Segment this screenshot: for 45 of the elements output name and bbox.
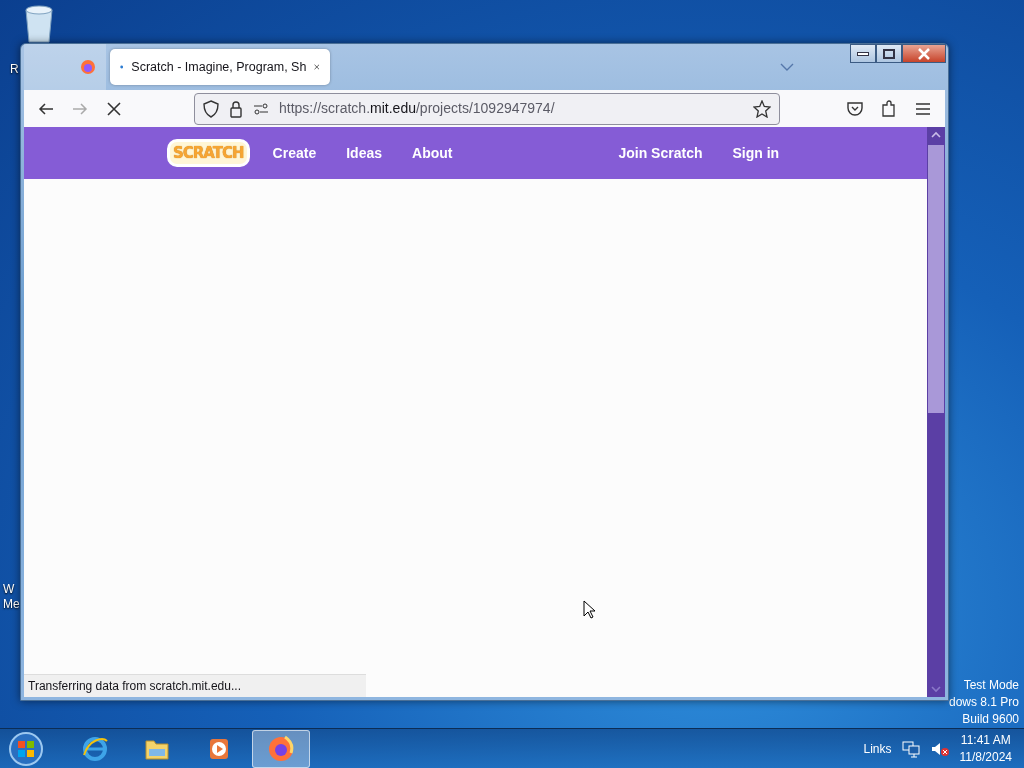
recycle-bin-icon[interactable] (22, 4, 56, 44)
clock-time: 11:41 AM (959, 731, 1012, 749)
os-info-text: dows 8.1 Pro (948, 694, 1019, 711)
permissions-icon[interactable] (253, 102, 269, 115)
close-button[interactable] (902, 44, 946, 63)
address-bar[interactable]: https://scratch.mit.edu/projects/1092947974/ (194, 92, 780, 125)
os-info-text: Test Mode (962, 677, 1019, 694)
network-icon[interactable] (901, 739, 920, 758)
mouse-cursor-icon (583, 600, 596, 619)
browser-tab[interactable]: Scratch - Imagine, Program, Sh (110, 49, 330, 85)
internet-explorer-icon (81, 734, 109, 763)
close-icon (918, 47, 930, 60)
clock-date: 11/8/2024 (959, 748, 1012, 766)
firefox-icon (80, 59, 96, 75)
nav-link[interactable]: Create (257, 142, 332, 164)
scrollbar-thumb[interactable] (928, 145, 944, 413)
firefox-icon (267, 734, 295, 763)
desktop-icon-label[interactable]: R (10, 60, 19, 78)
links-toolbar[interactable]: Links (863, 739, 892, 758)
taskbar-button[interactable] (252, 729, 310, 768)
pocket-icon[interactable] (846, 99, 864, 118)
url-text: https://scratch.mit.edu/projects/1092947974/ (279, 99, 555, 118)
scrollbar[interactable] (927, 127, 945, 697)
desktop-icon-label[interactable]: Me (3, 595, 20, 613)
lock-icon[interactable] (229, 99, 243, 118)
nav-link[interactable]: Ideas (331, 142, 397, 164)
minimize-icon (857, 51, 869, 56)
desktop-icon-label[interactable]: W (3, 580, 15, 598)
stop-icon[interactable] (105, 99, 123, 118)
maximize-button[interactable] (876, 44, 902, 63)
minimize-button[interactable] (850, 44, 876, 63)
puzzle-piece-icon[interactable] (880, 99, 898, 118)
start-button[interactable] (6, 729, 46, 768)
loading-dot-icon (120, 64, 124, 70)
bookmark-star-icon[interactable] (753, 99, 771, 118)
nav-link[interactable]: Sign in (717, 142, 795, 164)
close-icon[interactable] (314, 62, 320, 72)
nav-link[interactable]: About (397, 142, 468, 164)
os-info-text: Build 9600 (961, 711, 1019, 728)
maximize-icon (883, 48, 895, 59)
tab-title: Scratch - Imagine, Program, Sh (131, 58, 307, 76)
status-text: Transferring data from scratch.mit.edu... (24, 674, 366, 697)
clock[interactable]: 11:41 AM 11/8/2024 (959, 731, 1012, 766)
shield-icon[interactable] (203, 99, 219, 118)
nav-link[interactable]: Join Scratch (603, 142, 718, 164)
